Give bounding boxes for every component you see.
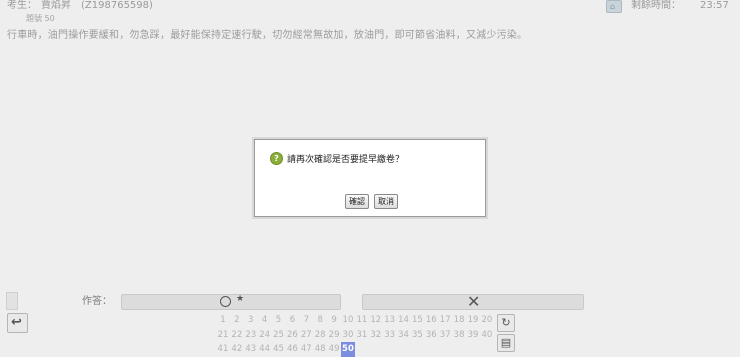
question-number-cell[interactable]: 35 [410,328,424,343]
cancel-button[interactable]: 取消 [374,194,398,209]
circle-icon [220,296,231,307]
question-number-cell[interactable]: 29 [327,328,341,343]
question-number-cell[interactable]: 9 [327,313,341,328]
answer-false-button[interactable]: ✕ [362,292,584,311]
question-number-cell[interactable]: 15 [410,313,424,328]
question-number-cell[interactable]: 28 [313,328,327,343]
question-number-cell[interactable]: 19 [466,313,480,328]
question-number-cell[interactable]: 2 [230,313,244,328]
answer-label: 作答： [82,296,112,307]
question-number-cell[interactable]: 22 [230,328,244,343]
reset-button[interactable]: ↻ [497,314,515,332]
question-number-cell[interactable]: 37 [438,328,452,343]
question-number-cell[interactable]: 47 [299,342,313,357]
question-number-cell[interactable]: 3 [244,313,258,328]
question-number-cell[interactable]: 14 [397,313,411,328]
question-number-cell[interactable]: 45 [272,342,286,357]
question-number-cell[interactable]: 13 [383,313,397,328]
question-number: 題號 50 [26,14,55,23]
answer-true-button[interactable]: ★ [121,294,341,310]
question-number-cell[interactable]: 6 [285,313,299,328]
remaining-time: 23:57 [700,0,729,11]
question-text: 行車時，油門操作要緩和，勿急踩，最好能保持定速行駛，切勿經常無故加，放油門，即可… [7,30,528,41]
question-number-cell[interactable]: 46 [285,342,299,357]
question-number-cell[interactable]: 36 [424,328,438,343]
question-number-cell[interactable]: 32 [369,328,383,343]
question-number-cell[interactable]: 42 [230,342,244,357]
question-number-cell[interactable]: 7 [299,313,313,328]
question-number-cell[interactable]: 43 [244,342,258,357]
question-number-cell[interactable]: 18 [452,313,466,328]
question-number-cell[interactable]: 20 [480,313,494,328]
question-number-cell[interactable]: 30 [341,328,355,343]
question-number-cell[interactable]: 12 [369,313,383,328]
question-number-cell[interactable]: 38 [452,328,466,343]
question-number-cell[interactable]: 49 [327,342,341,357]
question-number-cell[interactable]: 39 [466,328,480,343]
question-number-cell[interactable]: 31 [355,328,369,343]
confirm-dialog: ? 請再次確認是否要提早繳卷？ 確認 取消 [254,139,486,217]
question-grid: 1 2 3 4 5 6 7 8 9 10 11 12 13 14 15 16 17 18 19 20 21 22 23 24 2… [216,313,494,357]
question-number-cell[interactable]: 5 [272,313,286,328]
examinee-name: 賈焰昇 [41,0,71,11]
question-number-cell[interactable]: 48 [313,342,327,357]
question-number-cell[interactable]: 23 [244,328,258,343]
examinee-label: 考生： [7,0,37,11]
home-button[interactable]: ⌂ [606,0,622,13]
question-number-cell[interactable]: 50 [341,342,355,357]
question-number-cell[interactable]: 34 [397,328,411,343]
question-number-cell[interactable]: 24 [258,328,272,343]
question-number-cell[interactable]: 11 [355,313,369,328]
question-number-cell[interactable]: 44 [258,342,272,357]
remaining-time-label: 剩餘時間： [631,0,681,11]
question-number-cell[interactable]: 17 [438,313,452,328]
question-number-cell[interactable]: 25 [272,328,286,343]
question-number-cell[interactable]: 27 [299,328,313,343]
star-icon: ★ [236,294,245,304]
question-number-cell[interactable]: 33 [383,328,397,343]
refresh-icon: ↻ [501,316,511,329]
question-number-cell[interactable]: 21 [216,328,230,343]
question-number-cell[interactable]: 10 [341,313,355,328]
question-icon: ? [270,152,283,165]
back-arrow-icon: ↩ [11,315,22,330]
examinee-id: (Z198765598) [81,0,153,11]
question-number-cell[interactable]: 8 [313,313,327,328]
question-number-cell[interactable]: 1 [216,313,230,328]
confirm-button[interactable]: 確認 [345,194,369,209]
question-number-cell[interactable]: 4 [258,313,272,328]
cross-icon: ✕ [467,292,481,311]
question-number-cell[interactable]: 40 [480,328,494,343]
document-icon: ▤ [500,336,512,349]
question-number-cell[interactable]: 41 [216,342,230,357]
scroll-handle[interactable] [6,292,18,310]
header-bar: 考生： 賈焰昇 (Z198765598) ⌂ 剩餘時間： 23:57 [0,0,740,13]
home-icon: ⌂ [610,2,616,11]
question-number-cell[interactable]: 16 [424,313,438,328]
question-number-cell[interactable]: 26 [285,328,299,343]
submit-button[interactable]: ▤ [497,334,515,352]
dialog-message: 請再次確認是否要提早繳卷？ [287,155,405,165]
back-button[interactable]: ↩ [7,313,28,333]
